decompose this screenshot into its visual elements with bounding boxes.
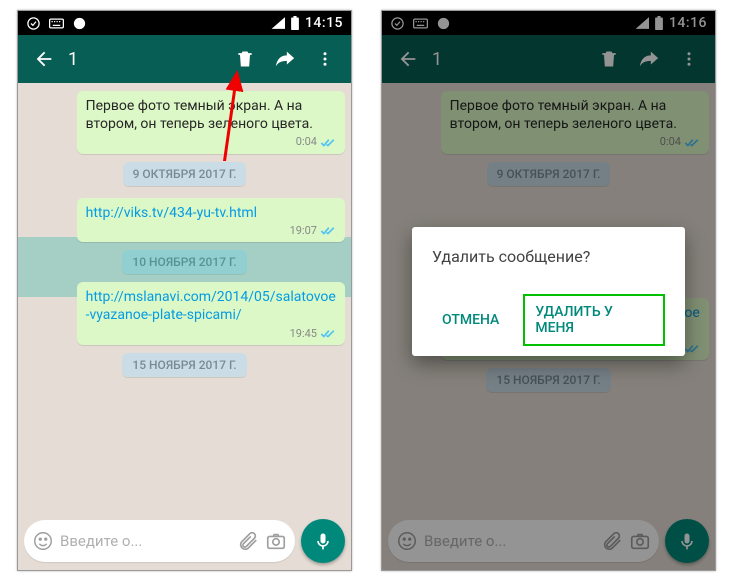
selection-app-bar: 1 <box>18 35 351 83</box>
delete-button[interactable] <box>225 39 265 79</box>
message-time: 19:07 <box>290 224 317 238</box>
message-bubble[interactable]: http://mslanavi.com/2014/05/salatovoe-vy… <box>77 282 345 345</box>
message-bubble[interactable]: Первое фото темный экран. А на втором, о… <box>77 91 345 154</box>
status-clock: 14:15 <box>305 15 343 31</box>
back-button[interactable] <box>24 39 64 79</box>
forward-button[interactable] <box>265 39 305 79</box>
date-divider: 9 ОКТЯБРЯ 2017 Г. <box>123 162 247 186</box>
android-status-bar: 14:15 <box>18 11 351 35</box>
message-link[interactable]: http://mslanavi.com/2014/05/salatovoe-vy… <box>86 289 336 323</box>
message-time: 19:45 <box>290 327 317 341</box>
input-bar: Введите о... <box>18 512 351 570</box>
chat-area: Первое фото темный экран. А на втором, о… <box>18 83 351 520</box>
camera-icon[interactable] <box>265 530 287 552</box>
overflow-menu-button[interactable] <box>305 39 345 79</box>
message-text: Первое фото темный экран. А на втором, о… <box>86 98 313 132</box>
battery-icon <box>291 16 299 30</box>
read-ticks-icon <box>320 226 336 236</box>
attach-icon[interactable] <box>237 530 259 552</box>
read-ticks-icon <box>320 329 336 339</box>
dialog-title: Удалить сообщение? <box>432 247 665 266</box>
dialog-delete-for-me-button[interactable]: УДАЛИТЬ У МЕНЯ <box>523 294 665 346</box>
app-notification-icon-2 <box>72 16 87 31</box>
selection-count: 1 <box>64 49 225 70</box>
read-ticks-icon <box>320 138 336 148</box>
signal-icon <box>271 17 285 29</box>
screenshot-after: 14:16 1 Первое фото темный экран. А на в… <box>381 10 716 571</box>
keyboard-notification-icon <box>49 18 64 29</box>
app-notification-icon-1 <box>26 16 41 31</box>
date-divider: 15 НОЯБРЯ 2017 Г. <box>122 353 246 377</box>
message-time: 0:04 <box>296 135 317 149</box>
screenshot-before: 14:15 1 Первое фото темный экран. А на в… <box>17 10 352 571</box>
emoji-icon[interactable] <box>32 530 54 552</box>
message-input[interactable]: Введите о... <box>24 520 295 562</box>
dialog-cancel-button[interactable]: ОТМЕНА <box>432 304 509 336</box>
input-placeholder: Введите о... <box>60 532 231 550</box>
message-bubble-selected[interactable]: http://viks.tv/434-yu-tv.html 19:07 <box>77 198 345 242</box>
mic-send-button[interactable] <box>301 519 345 563</box>
delete-dialog: Удалить сообщение? ОТМЕНА УДАЛИТЬ У МЕНЯ <box>412 227 685 356</box>
message-link[interactable]: http://viks.tv/434-yu-tv.html <box>86 205 257 221</box>
